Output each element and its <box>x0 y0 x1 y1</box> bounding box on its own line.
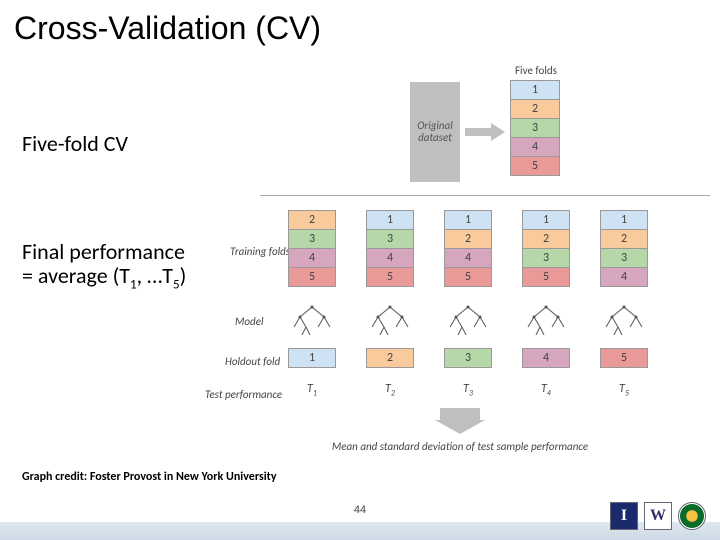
footer-logos: I W <box>610 502 706 530</box>
training-columns: 23451345124512351234 <box>288 210 648 286</box>
holdout-cell: 1 <box>288 348 336 368</box>
holdout-label: Holdout fold <box>225 355 280 368</box>
train-cell: 5 <box>522 267 570 287</box>
train-cell: 2 <box>288 210 336 230</box>
holdout-cell: 3 <box>444 348 492 368</box>
holdout-cell: 2 <box>366 348 414 368</box>
training-folds-label: Training folds <box>230 245 290 258</box>
test-performance-label: Test performance <box>205 388 282 401</box>
train-cell: 4 <box>288 248 336 268</box>
test-perf-value: T4 <box>522 382 570 398</box>
mean-sd-label: Mean and standard deviation of test samp… <box>320 440 600 453</box>
train-cell: 5 <box>366 267 414 287</box>
train-cell: 3 <box>600 248 648 268</box>
test-perf-value: T1 <box>288 382 336 398</box>
illinois-logo-icon: I <box>610 502 638 530</box>
train-cell: 1 <box>600 210 648 230</box>
perf-line2: = average (T1, …T5) <box>22 264 186 293</box>
fold-cell: 1 <box>510 80 560 100</box>
tree-icon <box>444 305 492 335</box>
train-cell: 4 <box>366 248 414 268</box>
tree-icon <box>522 305 570 335</box>
train-column: 1235 <box>522 210 570 286</box>
perf-line1: Final performance <box>22 240 186 264</box>
train-cell: 5 <box>288 267 336 287</box>
model-trees <box>288 305 648 335</box>
train-column: 1345 <box>366 210 414 286</box>
train-cell: 1 <box>522 210 570 230</box>
train-column: 1234 <box>600 210 648 286</box>
test-perf-value: T5 <box>600 382 648 398</box>
five-folds-label: Five folds <box>515 64 557 77</box>
train-cell: 4 <box>600 267 648 287</box>
arrow-right-icon <box>465 125 505 139</box>
seal-logo-icon <box>678 502 706 530</box>
original-dataset-box: Original dataset <box>410 82 460 182</box>
fold-cell: 3 <box>510 118 560 138</box>
train-cell: 1 <box>444 210 492 230</box>
fold-cell: 2 <box>510 99 560 119</box>
test-perf-value: T2 <box>366 382 414 398</box>
train-cell: 2 <box>600 229 648 249</box>
train-cell: 2 <box>522 229 570 249</box>
train-cell: 1 <box>366 210 414 230</box>
model-label: Model <box>235 315 263 328</box>
train-cell: 4 <box>444 248 492 268</box>
tree-icon <box>600 305 648 335</box>
slide-title: Cross-Validation (CV) <box>0 0 720 53</box>
fold-cell: 5 <box>510 156 560 176</box>
holdout-row: 1 2 3 4 5 <box>288 348 648 368</box>
holdout-cell: 4 <box>522 348 570 368</box>
final-performance-text: Final performance = average (T1, …T5) <box>22 240 186 293</box>
arrow-down-icon <box>425 408 495 434</box>
test-performance-row: T1 T2 T3 T4 T5 <box>288 382 648 398</box>
uw-logo-icon: W <box>644 502 672 530</box>
train-column: 1245 <box>444 210 492 286</box>
tree-icon <box>366 305 414 335</box>
graph-credit: Graph credit: Foster Provost in New York… <box>22 470 277 484</box>
test-perf-value: T3 <box>444 382 492 398</box>
fold-stack: 12345 <box>510 80 560 175</box>
holdout-cell: 5 <box>600 348 648 368</box>
divider <box>260 195 710 196</box>
train-cell: 3 <box>522 248 570 268</box>
train-cell: 2 <box>444 229 492 249</box>
train-column: 2345 <box>288 210 336 286</box>
fold-cell: 4 <box>510 137 560 157</box>
subhead-fivefold: Five-fold CV <box>22 130 232 157</box>
train-cell: 5 <box>444 267 492 287</box>
train-cell: 3 <box>288 229 336 249</box>
train-cell: 3 <box>366 229 414 249</box>
left-column: Five-fold CV <box>22 130 232 157</box>
tree-icon <box>288 305 336 335</box>
